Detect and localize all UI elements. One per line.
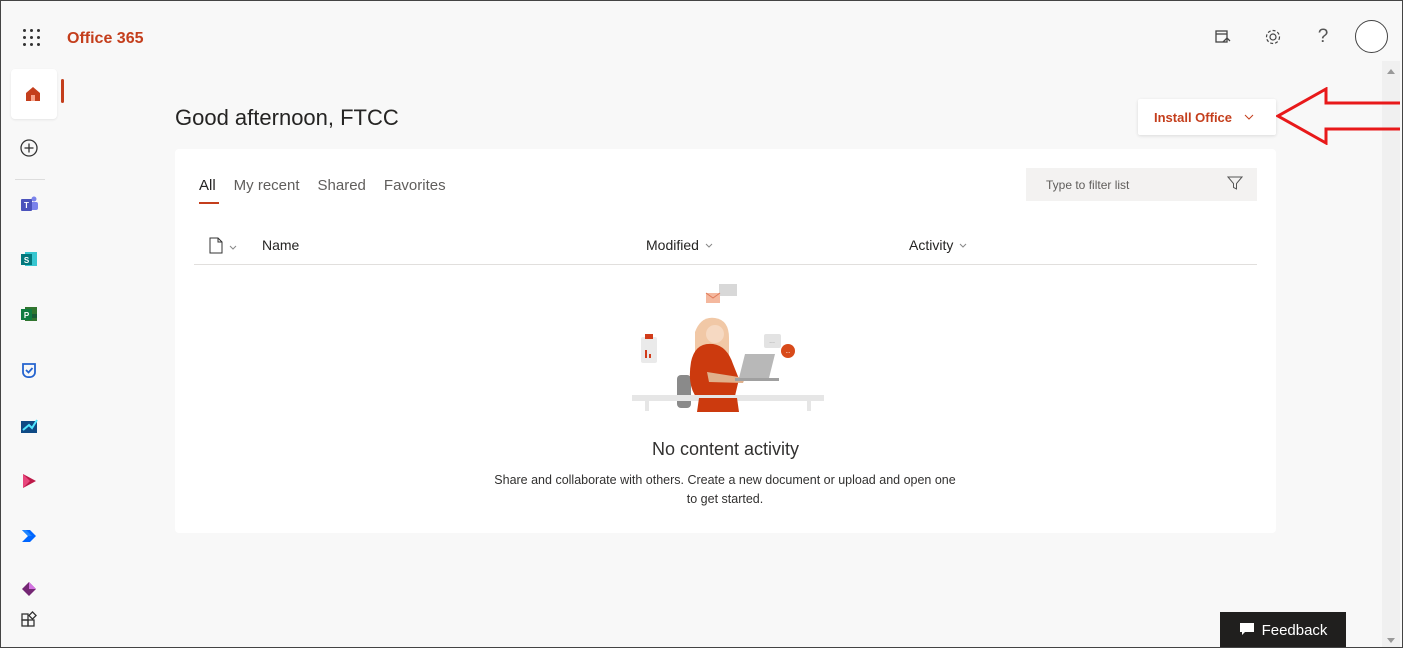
column-name-label: Name bbox=[262, 237, 300, 253]
column-activity-label: Activity bbox=[909, 237, 954, 253]
chevron-down-icon bbox=[1244, 111, 1254, 123]
vertical-scrollbar[interactable] bbox=[1382, 61, 1400, 647]
chevron-down-icon bbox=[959, 240, 967, 250]
project-icon[interactable]: P bbox=[15, 300, 43, 328]
help-icon[interactable]: ? bbox=[1311, 25, 1335, 49]
column-modified[interactable]: Modified bbox=[646, 237, 713, 253]
top-bar: Office 365 ? bbox=[1, 1, 1402, 61]
page-title: Good afternoon, FTCC bbox=[175, 105, 399, 130]
install-office-button[interactable]: Install Office bbox=[1138, 99, 1276, 135]
power-apps-icon[interactable] bbox=[15, 575, 43, 603]
document-icon bbox=[209, 237, 223, 257]
settings-icon[interactable] bbox=[1261, 25, 1285, 49]
tab-shared[interactable]: Shared bbox=[318, 177, 366, 194]
power-automate-icon[interactable] bbox=[15, 522, 43, 550]
browser-frame: Office 365 ? T S P Good afternoon, FTCC … bbox=[0, 0, 1403, 648]
stream-icon[interactable] bbox=[15, 467, 43, 495]
file-type-header[interactable] bbox=[209, 237, 237, 257]
annotation-arrow-icon bbox=[1276, 87, 1400, 145]
filter-placeholder: Type to filter list bbox=[1046, 177, 1130, 192]
tab-my-recent[interactable]: My recent bbox=[234, 177, 300, 194]
column-modified-label: Modified bbox=[646, 237, 699, 253]
filter-input[interactable]: Type to filter list bbox=[1026, 168, 1257, 201]
left-rail: T S P bbox=[1, 61, 64, 647]
empty-state-description: Share and collaborate with others. Creat… bbox=[445, 471, 1005, 509]
kaizala-icon[interactable] bbox=[15, 412, 43, 440]
feedback-label: Feedback bbox=[1261, 622, 1328, 639]
empty-state-description-line-1: Share and collaborate with others. Creat… bbox=[494, 473, 956, 487]
todo-icon[interactable] bbox=[15, 356, 43, 384]
filter-icon[interactable] bbox=[1226, 175, 1244, 194]
column-name[interactable]: Name bbox=[262, 237, 299, 253]
svg-text:...: ... bbox=[785, 349, 790, 355]
empty-state-title: No content activity bbox=[651, 439, 800, 459]
tab-all[interactable]: All bbox=[199, 177, 219, 204]
sway-icon[interactable]: S bbox=[15, 245, 43, 273]
svg-text:P: P bbox=[24, 311, 30, 320]
waffle-icon[interactable] bbox=[23, 29, 41, 47]
scroll-down-icon[interactable] bbox=[1387, 638, 1395, 643]
home-active-indicator bbox=[61, 79, 64, 103]
feedback-icon bbox=[1239, 622, 1255, 640]
chevron-down-icon bbox=[229, 242, 237, 252]
create-icon[interactable] bbox=[15, 134, 43, 162]
feedback-button[interactable]: Feedback bbox=[1220, 612, 1346, 647]
column-activity[interactable]: Activity bbox=[909, 237, 967, 253]
my-day-icon[interactable] bbox=[1211, 25, 1235, 49]
svg-text:S: S bbox=[24, 256, 30, 265]
avatar[interactable] bbox=[1355, 20, 1388, 53]
empty-state-description-line-2: to get started. bbox=[686, 492, 764, 506]
tab-bar: All My recent Shared Favorites bbox=[199, 177, 446, 204]
chevron-down-icon bbox=[705, 240, 713, 250]
files-card: All My recent Shared Favorites Type to f… bbox=[175, 149, 1276, 533]
teams-icon[interactable]: T bbox=[15, 190, 43, 218]
scroll-up-icon[interactable] bbox=[1387, 69, 1395, 74]
empty-state-illustration: ... ... bbox=[632, 284, 824, 412]
all-apps-icon[interactable] bbox=[15, 607, 43, 635]
app-title[interactable]: Office 365 bbox=[67, 30, 143, 48]
header-divider bbox=[194, 264, 1257, 265]
tab-favorites[interactable]: Favorites bbox=[384, 177, 446, 194]
home-icon[interactable] bbox=[19, 80, 47, 108]
rail-divider bbox=[15, 179, 45, 180]
svg-text:T: T bbox=[24, 201, 29, 210]
install-office-label: Install Office bbox=[1154, 109, 1233, 125]
svg-text:...: ... bbox=[769, 338, 775, 345]
